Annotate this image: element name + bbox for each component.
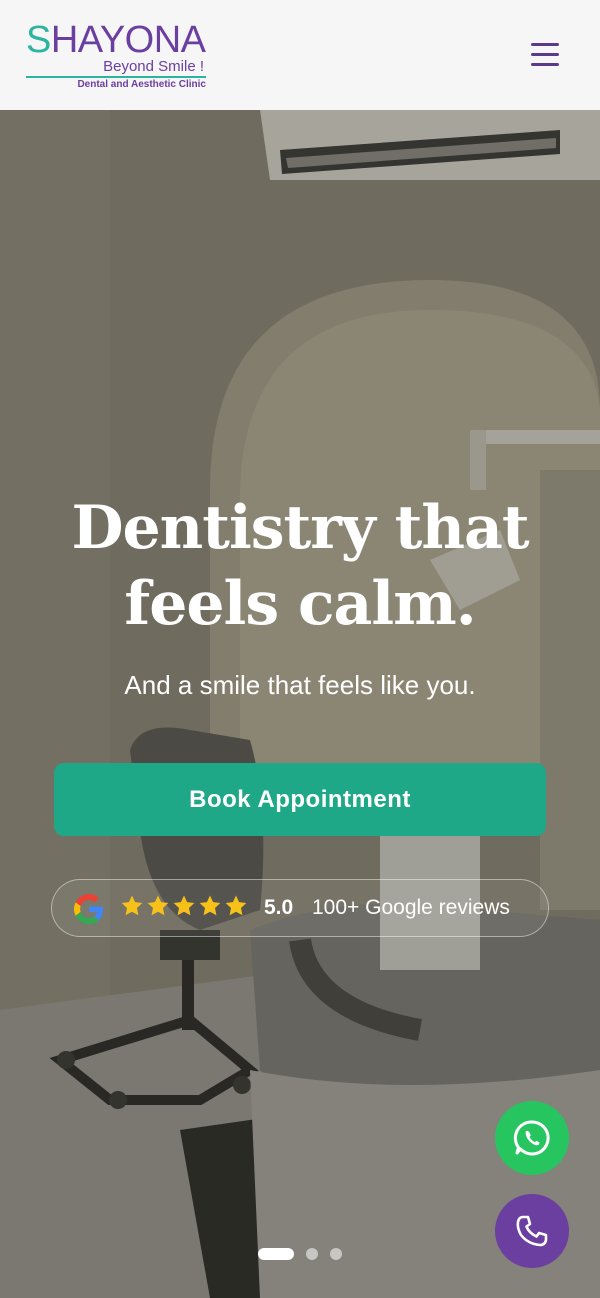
phone-icon [516, 1215, 548, 1247]
whatsapp-icon [513, 1120, 550, 1156]
carousel-dot-1[interactable] [258, 1248, 294, 1260]
hero-headline: Dentistry that feels calm. [0, 490, 600, 642]
star-icon [147, 895, 169, 916]
hero-subheadline: And a smile that feels like you. [124, 670, 476, 700]
whatsapp-button[interactable] [495, 1101, 569, 1175]
star-icon [121, 895, 143, 916]
carousel-dot-3[interactable] [330, 1248, 342, 1260]
carousel-indicators [0, 1248, 600, 1262]
google-icon [74, 894, 104, 924]
book-appointment-button[interactable]: Book Appointment [54, 763, 546, 836]
logo-tagline: Beyond Smile ! [103, 58, 204, 75]
hamburger-menu-icon[interactable] [524, 38, 564, 70]
logo-name: SHAYONA [26, 19, 206, 61]
star-icon [173, 895, 195, 916]
headline-line-2: feels calm. [124, 569, 476, 639]
logo-divider [26, 76, 206, 78]
reviews-count-label: 100+ Google reviews [312, 896, 510, 919]
star-icon [225, 895, 247, 916]
star-icon [199, 895, 221, 916]
rating-value: 5.0 [264, 896, 294, 919]
clinic-logo[interactable]: SHAYONA Beyond Smile ! Dental and Aesthe… [26, 20, 208, 92]
headline-line-1: Dentistry that [71, 493, 529, 563]
carousel-dot-2[interactable] [306, 1248, 318, 1260]
logo-subtitle: Dental and Aesthetic Clinic [77, 79, 206, 90]
site-header: SHAYONA Beyond Smile ! Dental and Aesthe… [0, 0, 600, 110]
google-reviews-badge[interactable]: 5.0 100+ Google reviews [51, 879, 549, 937]
hero-section: Dentistry that feels calm. And a smile t… [0, 110, 600, 1298]
